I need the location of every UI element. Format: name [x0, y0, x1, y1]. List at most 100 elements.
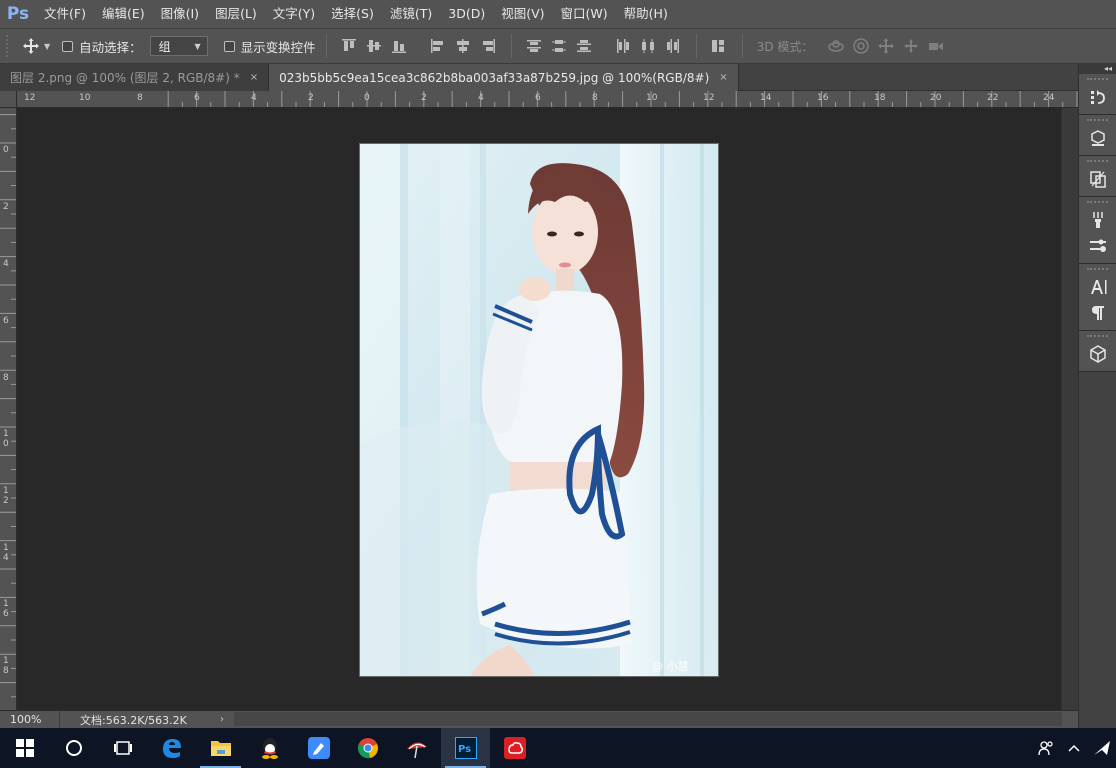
menu-edit[interactable]: 编辑(E) [94, 0, 153, 28]
show-transform-label: 显示变换控件 [240, 39, 316, 55]
3d-cube-icon[interactable] [1079, 341, 1116, 367]
align-bottom-icon[interactable] [389, 36, 409, 56]
cortana-icon[interactable] [49, 728, 98, 768]
close-icon[interactable]: × [250, 72, 258, 83]
task-view-icon[interactable] [98, 728, 147, 768]
align-left-icon[interactable] [428, 36, 448, 56]
feishu-icon[interactable] [294, 728, 343, 768]
3d-rotate-icon[interactable] [826, 36, 846, 56]
menu-select[interactable]: 选择(S) [323, 0, 382, 28]
ruler-label: 2 [3, 202, 9, 212]
tab-layer2-png[interactable]: 图层 2.png @ 100% (图层 2, RGB/8#) * × [0, 64, 270, 91]
ruler-label: 18 [3, 656, 9, 676]
ruler-label: 10 [646, 93, 658, 103]
qq-icon[interactable] [245, 728, 294, 768]
align-vertical-center-icon[interactable] [364, 36, 384, 56]
distribute-top-icon[interactable] [524, 36, 544, 56]
panel-grip[interactable] [1087, 119, 1108, 123]
panel-grip[interactable] [1087, 335, 1108, 339]
menu-view[interactable]: 视图(V) [493, 0, 552, 28]
status-menu-arrow[interactable]: › [220, 714, 224, 725]
panel-group-brush [1079, 197, 1116, 264]
3d-slide-icon[interactable] [901, 36, 921, 56]
distribute-bottom-icon[interactable] [574, 36, 594, 56]
menu-file[interactable]: 文件(F) [36, 0, 94, 28]
network-icon[interactable] [1088, 728, 1116, 768]
menu-image[interactable]: 图像(I) [153, 0, 207, 28]
auto-select-checkbox[interactable] [62, 40, 74, 52]
distribute-right-icon[interactable] [663, 36, 683, 56]
ruler-label: 0 [364, 93, 370, 103]
align-right-icon[interactable] [478, 36, 498, 56]
3d-pan-icon[interactable] [876, 36, 896, 56]
show-transform-checkbox[interactable] [223, 40, 235, 52]
separator [741, 34, 743, 58]
edge-icon[interactable] [147, 728, 196, 768]
options-bar: ▼ 自动选择： 组 ▼ 显示变换控件 3D 模式： [0, 28, 1116, 64]
panel-group-type [1079, 264, 1116, 331]
menu-window[interactable]: 窗口(W) [553, 0, 616, 28]
move-tool-icon[interactable] [14, 32, 48, 60]
horizontal-ruler[interactable]: 12 10 8 6 4 2 0 2 4 6 8 10 12 14 16 18 2… [17, 91, 1078, 108]
zoom-level[interactable]: 100% [0, 710, 60, 729]
file-explorer-icon[interactable] [196, 728, 245, 768]
tab-jpg-document[interactable]: 023b5bb5c9ea15cea3c862b8ba003af33a87b259… [269, 64, 739, 91]
3d-mode-label: 3D 模式： [756, 39, 814, 54]
history-panel-icon[interactable] [1079, 84, 1116, 110]
panel-grip[interactable] [1087, 201, 1108, 205]
menu-items: 文件(F) 编辑(E) 图像(I) 图层(L) 文字(Y) 选择(S) 滤镜(T… [36, 0, 676, 28]
auto-select-label: 自动选择： [79, 39, 142, 55]
tool-preset-chevron-icon[interactable]: ▼ [44, 42, 50, 51]
align-horizontal-center-icon[interactable] [453, 36, 473, 56]
ruler-origin[interactable] [0, 91, 17, 108]
paragraph-panel-icon[interactable] [1079, 300, 1116, 326]
ruler-label: 0 [3, 145, 9, 155]
menu-type[interactable]: 文字(Y) [265, 0, 323, 28]
brush-presets-icon[interactable] [1079, 207, 1116, 233]
distribute-vertical-center-icon[interactable] [549, 36, 569, 56]
umbrella-app-icon[interactable] [392, 728, 441, 768]
vertical-scrollbar[interactable] [1061, 108, 1078, 710]
auto-align-layers-icon[interactable] [709, 36, 729, 56]
options-bar-grip[interactable] [6, 35, 14, 57]
horizontal-scrollbar[interactable] [234, 712, 1062, 726]
menu-3d[interactable]: 3D(D) [440, 0, 493, 28]
panel-grip[interactable] [1087, 268, 1108, 272]
brush-settings-icon[interactable] [1079, 233, 1116, 259]
people-icon[interactable] [1032, 728, 1060, 768]
distribute-horizontal-center-icon[interactable] [638, 36, 658, 56]
align-top-icon[interactable] [339, 36, 359, 56]
photoshop-logo[interactable]: Ps [0, 0, 36, 28]
auto-select-value: 组 [158, 39, 171, 54]
panel-grip[interactable] [1087, 160, 1108, 164]
menu-layer[interactable]: 图层(L) [207, 0, 265, 28]
document-image[interactable]: @ 小慧 [359, 143, 719, 677]
ruler-label: 6 [194, 93, 200, 103]
menu-filter[interactable]: 滤镜(T) [382, 0, 440, 28]
vertical-ruler[interactable]: 0 2 4 6 8 10 12 14 16 18 [0, 108, 17, 710]
3d-scale-icon[interactable] [926, 36, 946, 56]
clone-source-icon[interactable] [1079, 166, 1116, 192]
3d-roll-icon[interactable] [851, 36, 871, 56]
chevron-up-icon[interactable] [1060, 728, 1088, 768]
menu-help[interactable]: 帮助(H) [616, 0, 676, 28]
ruler-label: 2 [308, 93, 314, 103]
ruler-label: 8 [137, 93, 143, 103]
photo-illustration: @ 小慧 [360, 144, 718, 676]
character-panel-icon[interactable] [1079, 274, 1116, 300]
auto-select-dropdown[interactable]: 组 ▼ [149, 36, 208, 56]
menu-bar: Ps 文件(F) 编辑(E) 图像(I) 图层(L) 文字(Y) 选择(S) 滤… [0, 0, 1116, 28]
creative-cloud-icon[interactable] [490, 728, 539, 768]
align-icons [337, 36, 501, 56]
collapse-panels-icon[interactable]: ◂◂ [1079, 64, 1116, 74]
3d-panel-icon[interactable] [1079, 125, 1116, 151]
windows-start-icon[interactable] [0, 728, 49, 768]
ruler-label: 2 [421, 93, 427, 103]
panel-grip[interactable] [1087, 78, 1108, 82]
close-icon[interactable]: × [719, 72, 727, 83]
distribute-left-icon[interactable] [613, 36, 633, 56]
ruler-label: 12 [24, 93, 36, 103]
chrome-icon[interactable] [343, 728, 392, 768]
ruler-label: 14 [760, 93, 772, 103]
photoshop-icon[interactable]: Ps [441, 728, 490, 768]
